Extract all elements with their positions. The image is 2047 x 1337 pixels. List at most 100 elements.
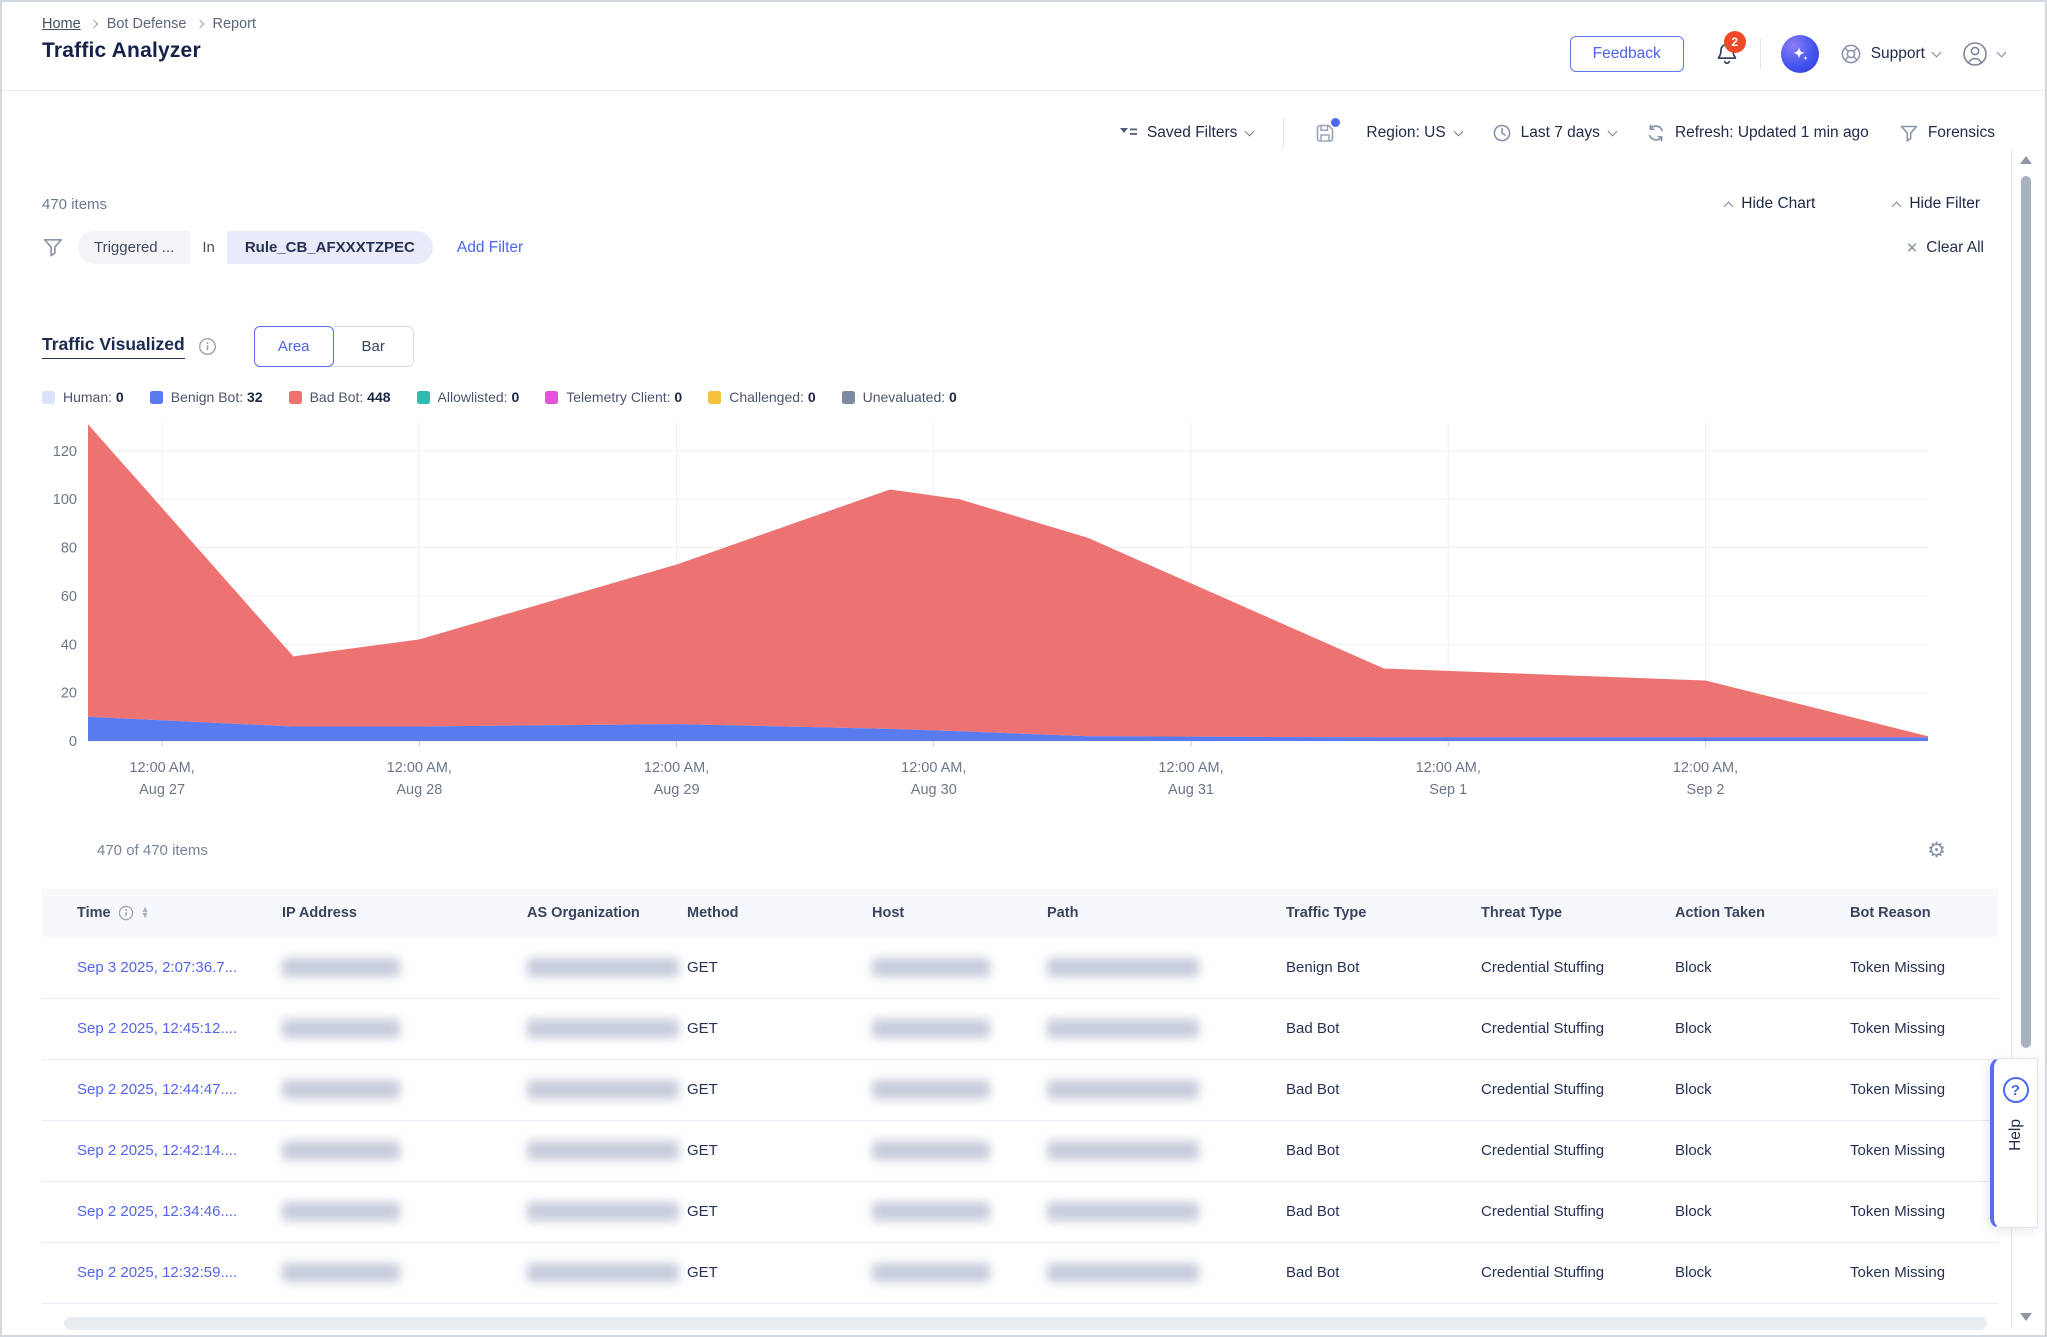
table-row[interactable]: Sep 2 2025, 12:44:47....GETBad BotCreden… — [42, 1059, 1998, 1120]
column-label: Time — [77, 905, 111, 921]
chart-title[interactable]: Traffic Visualized — [42, 334, 185, 359]
user-menu[interactable] — [1960, 39, 2005, 69]
support-label: Support — [1871, 45, 1925, 63]
cell-ip — [282, 1181, 527, 1242]
column-header-traffic_type[interactable]: Traffic Type — [1286, 889, 1481, 937]
add-filter-button[interactable]: Add Filter — [457, 239, 523, 257]
redacted-value — [527, 1080, 679, 1099]
cell-time[interactable]: Sep 2 2025, 12:42:14.... — [42, 1120, 282, 1181]
breadcrumb-bot-defense[interactable]: Bot Defense — [107, 16, 187, 32]
time-link[interactable]: Sep 2 2025, 12:45:12.... — [77, 1020, 237, 1037]
cell-action_taken: Block — [1675, 1181, 1850, 1242]
scrollbar-thumb[interactable] — [2021, 176, 2031, 1048]
svg-text:12:00 AM,: 12:00 AM, — [1673, 760, 1738, 776]
column-header-as_org[interactable]: AS Organization — [527, 889, 687, 937]
filter-operator[interactable]: In — [190, 231, 227, 264]
svg-text:Sep 1: Sep 1 — [1429, 782, 1467, 798]
table-row[interactable]: Sep 2 2025, 12:34:46....GETBad BotCreden… — [42, 1181, 1998, 1242]
legend-item[interactable]: Challenged: 0 — [708, 389, 815, 405]
feedback-button[interactable]: Feedback — [1570, 36, 1684, 72]
saved-filters-dropdown[interactable]: Saved Filters — [1118, 124, 1253, 142]
traffic-area-chart[interactable]: 02040608010012012:00 AM,Aug 2712:00 AM,A… — [42, 417, 1998, 814]
redacted-value — [527, 1202, 679, 1221]
legend-item[interactable]: Allowlisted: 0 — [417, 389, 520, 405]
cell-path — [1047, 937, 1286, 998]
redacted-value — [282, 958, 400, 977]
column-header-method[interactable]: Method — [687, 889, 872, 937]
cell-path — [1047, 1120, 1286, 1181]
clear-all-label: Clear All — [1926, 239, 1984, 257]
column-header-action_taken[interactable]: Action Taken — [1675, 889, 1850, 937]
cell-ip — [282, 1059, 527, 1120]
cell-time[interactable]: Sep 3 2025, 2:07:36.7... — [42, 937, 282, 998]
column-header-time[interactable]: Time ▲▼ — [42, 889, 282, 937]
column-header-path[interactable]: Path — [1047, 889, 1286, 937]
time-link[interactable]: Sep 3 2025, 2:07:36.7... — [77, 959, 237, 976]
area-toggle-button[interactable]: Area — [254, 326, 334, 367]
support-menu[interactable]: Support — [1839, 42, 1940, 66]
region-dropdown[interactable]: Region: US — [1366, 124, 1461, 142]
legend-swatch — [289, 391, 302, 404]
ai-assistant-button[interactable] — [1781, 35, 1819, 73]
legend-item[interactable]: Benign Bot: 32 — [150, 389, 263, 405]
info-icon[interactable] — [198, 337, 217, 356]
breadcrumb-home[interactable]: Home — [42, 16, 81, 32]
legend-swatch — [417, 391, 430, 404]
save-filter-button[interactable] — [1314, 122, 1336, 144]
support-icon — [1839, 42, 1863, 66]
scroll-down-icon[interactable] — [2020, 1313, 2032, 1321]
filter-field[interactable]: Triggered ... — [78, 231, 190, 264]
hide-chart-button[interactable]: Hide Chart — [1725, 195, 1815, 213]
horizontal-scrollbar[interactable] — [64, 1317, 1987, 1330]
legend-swatch — [545, 391, 558, 404]
help-tab[interactable]: ? Help — [1990, 1058, 2038, 1228]
time-link[interactable]: Sep 2 2025, 12:34:46.... — [77, 1203, 237, 1220]
time-link[interactable]: Sep 2 2025, 12:32:59.... — [77, 1264, 237, 1281]
table-row[interactable]: Sep 3 2025, 2:07:36.7...GETBenign BotCre… — [42, 937, 1998, 998]
svg-text:Aug 28: Aug 28 — [396, 782, 442, 798]
chevron-down-icon — [1932, 48, 1942, 58]
clear-all-button[interactable]: ✕ Clear All — [1906, 239, 1984, 257]
bar-toggle-button[interactable]: Bar — [334, 326, 414, 367]
cell-path — [1047, 1181, 1286, 1242]
cell-as_org — [527, 1181, 687, 1242]
legend-label: Benign Bot: 32 — [171, 389, 263, 405]
column-header-ip[interactable]: IP Address — [282, 889, 527, 937]
forensics-button[interactable]: Forensics — [1899, 124, 1995, 143]
table-row[interactable]: Sep 2 2025, 12:32:59....GETBad BotCreden… — [42, 1242, 1998, 1303]
info-icon[interactable] — [118, 905, 134, 921]
filter-value[interactable]: Rule_CB_AFXXXTZPEC — [227, 231, 433, 264]
filter-chip[interactable]: Triggered ... In Rule_CB_AFXXXTZPEC — [78, 231, 433, 264]
cell-path — [1047, 998, 1286, 1059]
scroll-up-icon[interactable] — [2020, 156, 2032, 164]
cell-ip — [282, 1120, 527, 1181]
refresh-button[interactable]: Refresh: Updated 1 min ago — [1646, 123, 1869, 143]
column-header-bot_reason[interactable]: Bot Reason — [1850, 889, 1998, 937]
cell-time[interactable]: Sep 2 2025, 12:32:59.... — [42, 1242, 282, 1303]
legend-label: Telemetry Client: 0 — [566, 389, 682, 405]
column-header-threat_type[interactable]: Threat Type — [1481, 889, 1675, 937]
page-title: Traffic Analyzer — [42, 39, 256, 63]
cell-time[interactable]: Sep 2 2025, 12:34:46.... — [42, 1181, 282, 1242]
time-link[interactable]: Sep 2 2025, 12:42:14.... — [77, 1142, 237, 1159]
cell-time[interactable]: Sep 2 2025, 12:45:12.... — [42, 998, 282, 1059]
redacted-value — [527, 1019, 679, 1038]
svg-text:40: 40 — [61, 637, 77, 653]
chevron-up-icon — [1724, 201, 1734, 211]
legend-item[interactable]: Human: 0 — [42, 389, 124, 405]
cell-time[interactable]: Sep 2 2025, 12:44:47.... — [42, 1059, 282, 1120]
time-link[interactable]: Sep 2 2025, 12:44:47.... — [77, 1081, 237, 1098]
legend-item[interactable]: Unevaluated: 0 — [842, 389, 957, 405]
gear-icon[interactable]: ⚙ — [1927, 838, 1946, 863]
table-row[interactable]: Sep 2 2025, 12:45:12....GETBad BotCreden… — [42, 998, 1998, 1059]
legend-item[interactable]: Telemetry Client: 0 — [545, 389, 682, 405]
table-row[interactable]: Sep 2 2025, 12:42:14....GETBad BotCreden… — [42, 1120, 1998, 1181]
notifications-button[interactable]: 2 — [1714, 40, 1740, 68]
breadcrumb-report[interactable]: Report — [213, 16, 257, 32]
legend-item[interactable]: Bad Bot: 448 — [289, 389, 391, 405]
column-header-host[interactable]: Host — [872, 889, 1047, 937]
time-range-dropdown[interactable]: Last 7 days — [1492, 123, 1616, 143]
sort-toggle-icon[interactable]: ▲▼ — [141, 907, 150, 918]
hide-filter-button[interactable]: Hide Filter — [1893, 195, 1980, 213]
cell-as_org — [527, 1059, 687, 1120]
